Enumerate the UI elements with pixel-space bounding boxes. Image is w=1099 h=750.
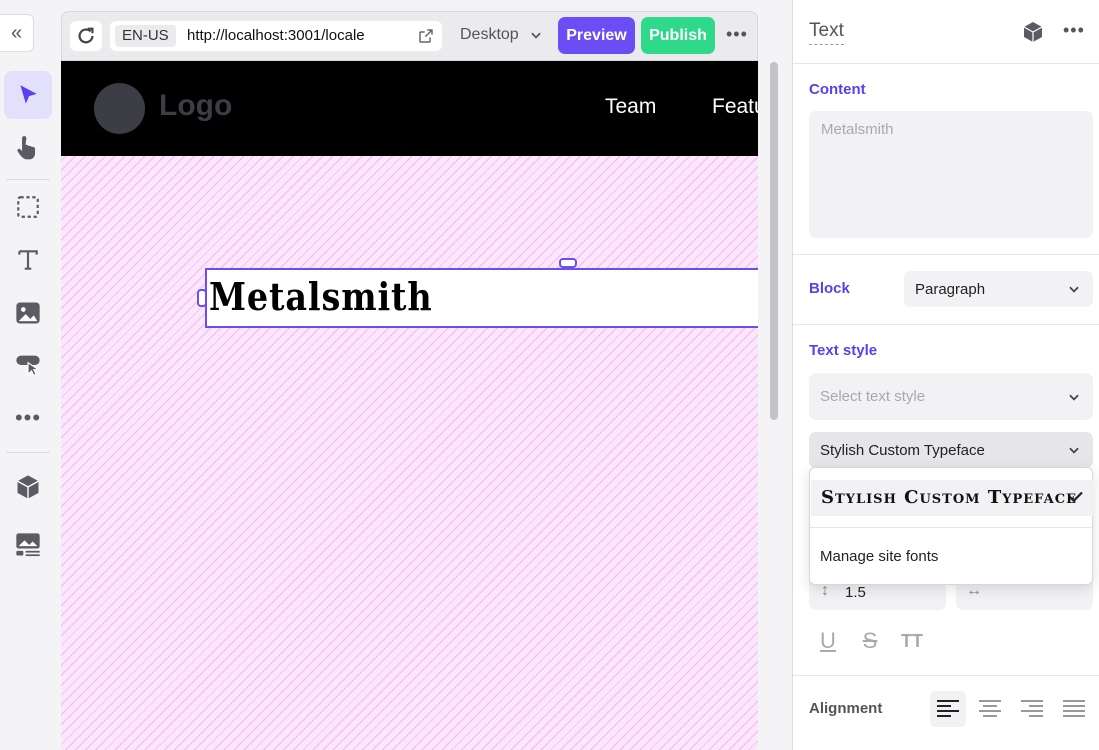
resize-handle-top[interactable] [559,258,577,268]
device-label: Desktop [460,26,519,43]
components-tool[interactable] [4,463,52,511]
line-height-value: 1.5 [845,584,866,601]
panel-title: Text [809,20,844,45]
align-justify-icon [1063,700,1085,717]
block-label: Block [809,280,850,297]
url-text: http://localhost:3001/locale [187,27,365,44]
align-left-icon [937,700,959,717]
more-icon: ••• [726,24,748,44]
toolbar-divider [6,452,50,453]
logo-circle [94,83,145,134]
preview-button[interactable]: Preview [558,17,635,54]
font-dropdown-menu: Stylish Custom Typeface Manage site font… [809,467,1093,585]
font-select-value: Stylish Custom Typeface [820,441,985,459]
external-link-icon[interactable] [418,28,434,44]
align-right-icon [1021,700,1043,717]
text-block-content: Metalsmith [209,274,433,319]
image-tool-icon [16,302,40,324]
media-tool[interactable] [4,521,52,569]
selected-text-block[interactable]: Metalsmith [205,268,758,328]
component-icon [17,475,39,499]
more-tools[interactable]: ••• [4,394,52,442]
underline-icon: U [820,628,836,653]
publish-button[interactable]: Publish [641,17,715,54]
nav-item-features[interactable]: Featu [712,95,758,119]
media-icon [16,533,40,557]
manage-site-fonts-link[interactable]: Manage site fonts [820,548,938,565]
underline-button[interactable]: U [813,626,843,656]
browser-bar: EN-US http://localhost:3001/locale Deskt… [61,11,758,61]
select-tool[interactable] [4,71,52,119]
divider [793,254,1099,255]
hand-tool[interactable] [4,124,52,172]
chevron-down-icon [531,32,541,39]
text-style-placeholder: Select text style [820,388,926,405]
uppercase-icon: TT [901,630,923,651]
left-toolbar: « ••• [0,0,56,750]
marquee-icon [17,196,39,218]
site-header[interactable]: Logo Team Featu [61,61,758,156]
more-icon: ••• [1063,20,1085,40]
dropdown-divider [810,527,1092,528]
hand-icon [17,136,36,160]
align-center-button[interactable] [972,691,1008,727]
canvas-viewport[interactable]: Logo Team Featu Metalsmith [61,61,758,750]
reload-button[interactable] [70,21,102,51]
marquee-tool[interactable] [4,183,52,231]
more-icon: ••• [14,405,42,430]
resize-handle-left[interactable] [197,289,207,307]
image-tool[interactable] [4,289,52,337]
font-select[interactable]: Stylish Custom Typeface [809,432,1093,468]
strikethrough-button[interactable]: S [855,626,885,656]
text-style-select[interactable]: Select text style [809,373,1093,420]
text-style-label: Text style [809,342,878,359]
double-chevron-left-icon: « [10,21,23,44]
device-select[interactable]: Desktop [460,26,543,44]
interaction-tool[interactable] [4,341,52,389]
select-arrow-icon [20,85,37,104]
text-tool[interactable] [4,236,52,284]
align-left-button[interactable] [930,691,966,727]
divider [793,324,1099,325]
uppercase-button[interactable]: TT [897,626,927,656]
checkmark-icon [1069,491,1083,503]
font-option-label: Stylish Custom Typeface [821,487,1077,508]
divider [793,63,1099,64]
nav-item-team[interactable]: Team [605,95,656,119]
text-tool-icon [18,250,38,270]
align-right-button[interactable] [1014,691,1050,727]
logo-text: Logo [159,89,233,122]
block-select[interactable]: Paragraph [904,271,1093,307]
strikethrough-icon: S [862,628,878,653]
toolbar-divider [6,179,50,180]
reload-icon [78,27,94,44]
browser-more-button[interactable]: ••• [726,24,748,45]
component-icon[interactable] [1021,20,1045,44]
content-label: Content [809,81,866,98]
align-center-icon [979,700,1001,717]
align-justify-button[interactable] [1056,691,1092,727]
block-select-value: Paragraph [915,280,986,298]
chevron-down-icon [1069,394,1079,401]
collapse-sidebar-button[interactable]: « [0,14,34,52]
url-bar[interactable]: EN-US http://localhost:3001/locale [110,21,442,51]
content-placeholder: Metalsmith [821,121,894,138]
chevron-down-icon [1069,286,1079,293]
font-option[interactable]: Stylish Custom Typeface [811,480,1093,516]
content-textarea[interactable]: Metalsmith [809,111,1093,238]
canvas-scrollbar[interactable] [770,62,778,420]
divider [793,675,1099,676]
locale-chip[interactable]: EN-US [115,25,176,47]
hover-cursor-icon [16,355,41,377]
alignment-label: Alignment [809,700,883,717]
panel-more-button[interactable]: ••• [1063,20,1085,41]
chevron-down-icon [1069,447,1079,454]
properties-panel: Text ••• Content Metalsmith Block Paragr… [792,0,1099,750]
